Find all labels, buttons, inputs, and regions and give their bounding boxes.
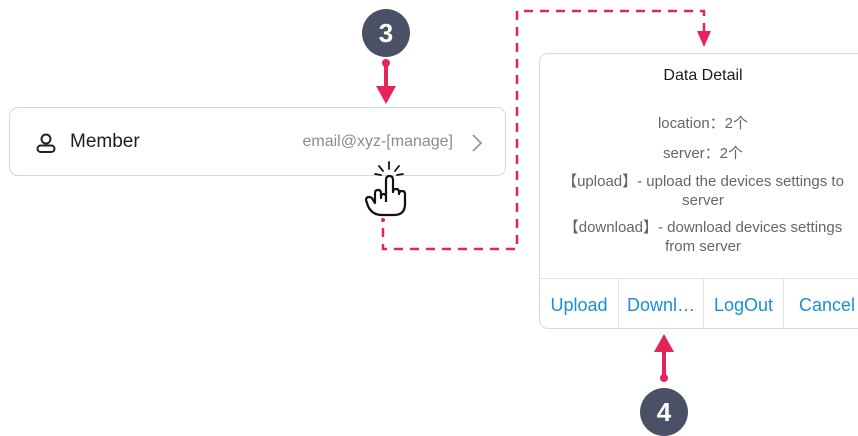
- upload-description: 【upload】- upload the devices settings to…: [562, 173, 844, 209]
- upload-button[interactable]: Upload: [540, 279, 619, 328]
- cancel-button[interactable]: Cancel: [784, 279, 858, 328]
- step-4-number: 4: [656, 396, 672, 427]
- download-button[interactable]: Downl…: [619, 279, 704, 328]
- logout-button[interactable]: LogOut: [704, 279, 784, 328]
- member-row[interactable]: Member email@xyz-[manage]: [9, 107, 506, 176]
- chevron-right-icon: [472, 134, 483, 152]
- dialog-title: Data Detail: [663, 67, 743, 84]
- arrow-head-to-dialog: [697, 31, 711, 47]
- tap-hand-icon: [364, 161, 407, 222]
- arrow-step4: [654, 334, 674, 382]
- download-description: 【download】- download devices settings fr…: [563, 219, 843, 255]
- member-label: Member: [70, 131, 140, 152]
- dialog-actions: Upload Downl… LogOut Cancel: [540, 278, 858, 328]
- step-3-badge: 3: [362, 9, 410, 57]
- arrow-step3: [376, 59, 396, 104]
- location-count: location：2个: [657, 115, 749, 132]
- server-count: server：2个: [662, 145, 744, 162]
- step-3-number: 3: [378, 17, 394, 48]
- person-icon: [36, 133, 56, 153]
- data-detail-dialog: Data Detail location：2个 server：2个 【uploa…: [539, 53, 858, 329]
- step-4-badge: 4: [640, 388, 688, 436]
- member-email-value: email@xyz-[manage]: [302, 133, 453, 150]
